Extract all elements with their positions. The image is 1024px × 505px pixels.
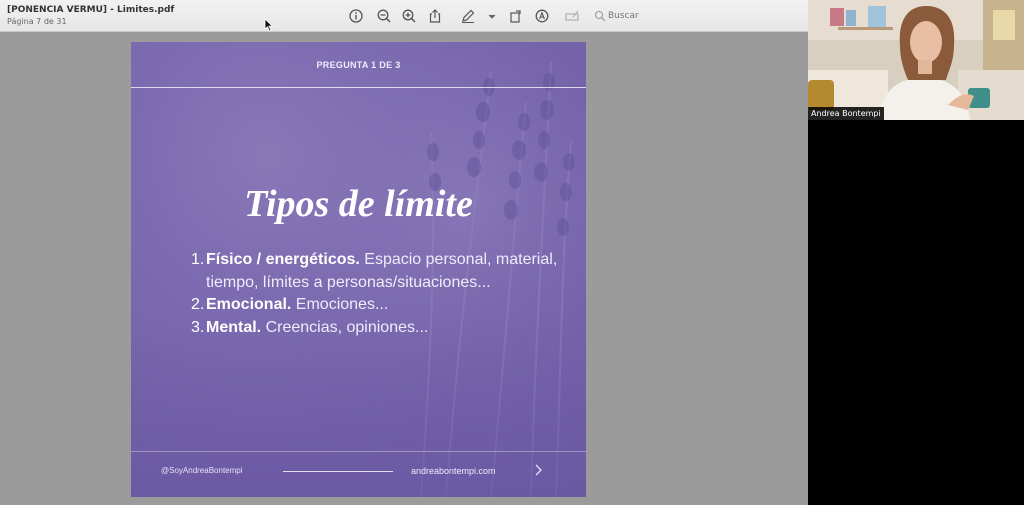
limit-types-list: 1. Físico / energéticos. Espacio persona… <box>191 249 571 339</box>
viewer-toolbar: [PONENCIA VERMU] - Limites.pdf Página 7 … <box>0 0 808 32</box>
divider <box>131 451 586 452</box>
share-icon[interactable] <box>427 8 443 24</box>
webcam-image <box>808 0 1024 120</box>
participant-video <box>808 0 1024 120</box>
list-item-heading: Físico / energéticos. <box>206 251 360 268</box>
page-indicator: Página 7 de 31 <box>7 17 67 26</box>
search-icon <box>594 10 606 22</box>
mouse-cursor-icon <box>264 18 274 32</box>
divider <box>131 87 586 88</box>
list-item: 3. Mental. Creencias, opiniones... <box>191 317 571 340</box>
list-item-heading: Mental. <box>206 318 262 336</box>
website-link: andreabontempi.com <box>411 466 496 476</box>
list-item-description: Emociones... <box>291 296 389 313</box>
search-field[interactable] <box>592 8 662 24</box>
chevron-down-icon[interactable] <box>484 8 500 24</box>
zoom-out-icon[interactable] <box>376 8 392 24</box>
list-number: 2. <box>191 296 205 313</box>
chevron-right-icon <box>535 464 542 476</box>
slide-question-counter: PREGUNTA 1 DE 3 <box>316 60 401 70</box>
markup-pen-icon[interactable] <box>460 8 476 24</box>
info-icon[interactable] <box>348 8 364 24</box>
list-item: 2. Emocional. Emociones... <box>191 294 571 317</box>
annotate-circle-icon[interactable] <box>534 8 550 24</box>
pdf-viewer-window: [PONENCIA VERMU] - Limites.pdf Página 7 … <box>0 0 808 505</box>
list-item: 1. Físico / energéticos. Espacio persona… <box>191 249 571 294</box>
document-title: [PONENCIA VERMU] - Limites.pdf <box>7 5 175 15</box>
list-number: 3. <box>191 318 205 336</box>
rotate-icon[interactable] <box>508 8 524 24</box>
form-fill-icon[interactable] <box>564 8 580 24</box>
slide-title: Tipos de límite <box>244 183 473 225</box>
pdf-page-slide: PREGUNTA 1 DE 3 Tipos de límite 1. Físic… <box>131 42 586 497</box>
zoom-in-icon[interactable] <box>401 8 417 24</box>
social-handle: @SoyAndreaBontempi <box>161 466 243 475</box>
participant-name-label: Andrea Bontempi <box>808 107 884 120</box>
list-number: 1. <box>191 251 205 268</box>
search-input[interactable] <box>608 8 662 24</box>
list-item-description: Creencias, opiniones... <box>261 318 429 336</box>
divider <box>283 471 393 472</box>
list-item-heading: Emocional. <box>206 296 292 313</box>
